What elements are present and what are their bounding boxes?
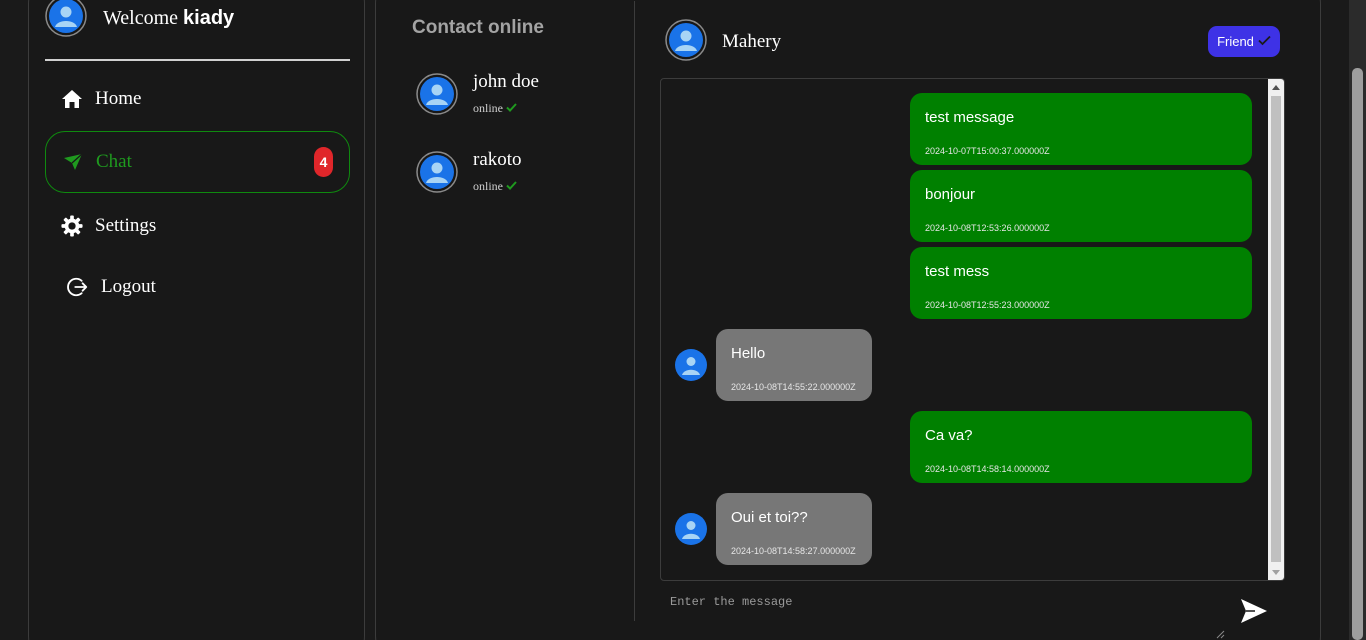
sidebar-divider	[45, 59, 350, 61]
send-button[interactable]	[1238, 597, 1270, 627]
message-outgoing: test message 2024-10-07T15:00:37.000000Z	[910, 93, 1252, 165]
check-icon	[506, 101, 517, 116]
nav-label-home: Home	[95, 88, 142, 109]
message-incoming: Oui et toi?? 2024-10-08T14:58:27.000000Z	[716, 493, 872, 565]
nav-item-settings[interactable]: Settings	[45, 195, 350, 257]
resize-grip-icon[interactable]	[1216, 626, 1225, 640]
contact-name: john doe	[473, 71, 539, 92]
welcome-label: Welcome	[103, 6, 179, 29]
message-outgoing: test mess 2024-10-08T12:55:23.000000Z	[910, 247, 1252, 319]
welcome-header: Welcome kiady	[45, 0, 234, 39]
avatar	[675, 513, 707, 550]
nav-item-logout[interactable]: Logout	[45, 256, 350, 318]
panel-divider	[634, 1, 635, 621]
chat-header: Mahery	[665, 18, 782, 66]
home-icon	[61, 88, 83, 110]
message-time: 2024-10-08T12:55:23.000000Z	[925, 300, 1050, 310]
message-text: bonjour	[925, 186, 976, 203]
page-scroll-thumb[interactable]	[1352, 68, 1363, 640]
status-label: online	[473, 179, 503, 193]
check-icon	[1258, 34, 1271, 49]
message-time: 2024-10-08T12:53:26.000000Z	[925, 223, 1050, 233]
scroll-thumb[interactable]	[1271, 96, 1281, 562]
friend-label: Friend	[1217, 34, 1254, 49]
nav-item-chat[interactable]: Chat 4	[45, 131, 350, 193]
check-icon	[506, 179, 517, 194]
contact-status: online	[473, 179, 517, 194]
nav-label-logout: Logout	[101, 276, 156, 297]
message-outgoing: bonjour 2024-10-08T12:53:26.000000Z	[910, 170, 1252, 242]
send-icon	[62, 151, 84, 173]
nav-label-chat: Chat	[96, 151, 132, 172]
message-list[interactable]: test message 2024-10-07T15:00:37.000000Z…	[660, 78, 1285, 581]
unread-badge: 4	[314, 147, 333, 177]
welcome-text: Welcome kiady	[103, 7, 234, 30]
message-incoming: Hello 2024-10-08T14:55:22.000000Z	[716, 329, 872, 401]
send-icon	[1239, 599, 1269, 628]
message-text: Oui et toi??	[731, 509, 808, 526]
nav-item-home[interactable]: Home	[45, 68, 350, 130]
page-scrollbar[interactable]	[1349, 0, 1366, 640]
main-panel: Contact online john doe online rakoto on…	[375, 0, 1321, 640]
chat-contact-name: Mahery	[722, 31, 782, 52]
username: kiady	[183, 6, 235, 29]
message-text: Ca va?	[925, 427, 973, 444]
message-text: test mess	[925, 263, 990, 280]
nav-label-settings: Settings	[95, 215, 157, 236]
logout-icon	[67, 276, 89, 298]
gear-icon	[61, 215, 83, 237]
avatar	[665, 18, 707, 66]
message-time: 2024-10-08T14:58:14.000000Z	[925, 464, 1050, 474]
message-text: Hello	[731, 345, 766, 362]
message-input[interactable]	[660, 591, 1225, 635]
scroll-down-icon[interactable]	[1268, 564, 1284, 580]
message-time: 2024-10-08T14:58:27.000000Z	[731, 546, 856, 556]
contact-rakoto[interactable]: rakoto online	[416, 149, 616, 198]
scroll-up-icon[interactable]	[1268, 79, 1284, 95]
avatar	[416, 151, 458, 198]
message-outgoing: Ca va? 2024-10-08T14:58:14.000000Z	[910, 411, 1252, 483]
avatar	[675, 349, 707, 386]
avatar	[416, 73, 458, 120]
status-label: online	[473, 101, 503, 115]
sidebar: Welcome kiady Home Chat 4 Settings Logou…	[28, 0, 365, 640]
contact-john-doe[interactable]: john doe online	[416, 71, 616, 120]
contacts-title: Contact online	[412, 17, 544, 38]
message-text: test message	[925, 109, 1015, 126]
message-time: 2024-10-07T15:00:37.000000Z	[925, 146, 1050, 156]
message-scrollbar[interactable]	[1268, 79, 1284, 580]
message-time: 2024-10-08T14:55:22.000000Z	[731, 382, 856, 392]
avatar	[45, 0, 87, 42]
friend-button[interactable]: Friend	[1208, 26, 1280, 57]
page: Welcome kiady Home Chat 4 Settings Logou…	[0, 0, 1366, 640]
contact-name: rakoto	[473, 149, 522, 170]
contact-status: online	[473, 101, 517, 116]
